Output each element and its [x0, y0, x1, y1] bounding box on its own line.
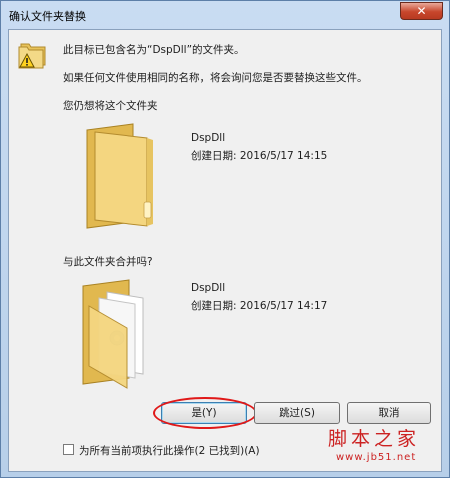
message-line-1: 此目标已包含名为“DspDll”的文件夹。	[63, 44, 245, 56]
title-bar[interactable]: 确认文件夹替换 ✕	[1, 1, 449, 29]
watermark-title: 脚本之家	[328, 428, 421, 450]
merge-prompt: 您仍想将这个文件夹	[63, 100, 158, 112]
skip-button[interactable]: 跳过(S)	[254, 402, 340, 424]
apply-all-checkbox[interactable]	[63, 444, 74, 455]
warning-folder-icon	[18, 43, 46, 69]
window-title: 确认文件夹替换	[9, 10, 86, 23]
folder-with-files-icon[interactable]	[77, 278, 169, 390]
highlight-oval	[153, 397, 257, 429]
merge-question: 与此文件夹合并吗?	[63, 256, 153, 268]
existing-folder-name: DspDll	[191, 132, 226, 144]
incoming-folder-date: 创建日期: 2016/5/17 14:17	[191, 300, 328, 312]
cancel-button[interactable]: 取消	[347, 402, 431, 424]
close-button[interactable]: ✕	[400, 2, 443, 20]
dialog-body: 此目标已包含名为“DspDll”的文件夹。 如果任何文件使用相同的名称，将会询问…	[8, 29, 442, 472]
apply-all-label[interactable]: 为所有当前项执行此操作(2 已找到)(A)	[79, 443, 260, 458]
existing-folder-date: 创建日期: 2016/5/17 14:15	[191, 150, 328, 162]
folder-icon[interactable]	[73, 122, 163, 232]
message-line-2: 如果任何文件使用相同的名称，将会询问您是否要替换这些文件。	[63, 72, 368, 84]
watermark-url: www.jb51.net	[336, 452, 417, 463]
dialog-window: 确认文件夹替换 ✕ 此目标已包含名为“DspDll”的文件夹。 如果任何文件使用…	[0, 0, 450, 478]
incoming-folder-name: DspDll	[191, 282, 226, 294]
